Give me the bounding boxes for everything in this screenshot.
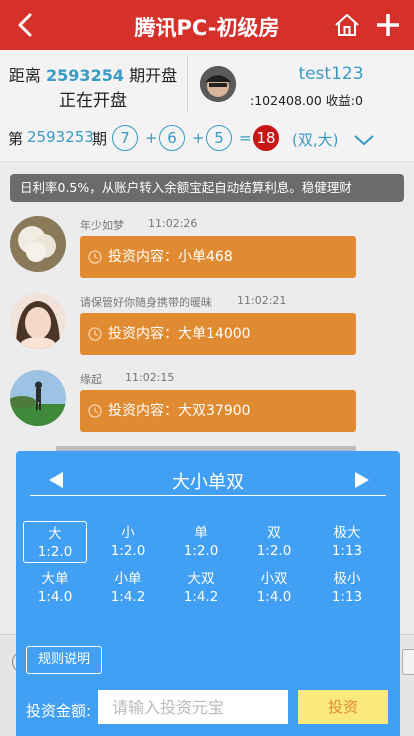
bet-panel: 大小单双 大 1:2.0 小 1:2.0 单 1:2.0 双 1:2.0 极大 … bbox=[16, 451, 400, 736]
option-name: 极大 bbox=[333, 525, 361, 541]
clock-icon bbox=[88, 404, 102, 418]
option-name: 双 bbox=[267, 525, 281, 541]
option-name: 小 bbox=[121, 525, 135, 541]
avatar[interactable] bbox=[10, 293, 66, 349]
chat-message: 缘起 11:02:15 投资内容：大双37900 bbox=[0, 370, 414, 440]
option-odds: 1:4.2 bbox=[183, 589, 219, 605]
home-icon[interactable] bbox=[334, 12, 360, 38]
message-bubble: 投资内容：大双37900 bbox=[80, 390, 356, 432]
message-bubble: 投资内容：小单468 bbox=[80, 236, 356, 278]
result-type: (双,大) bbox=[292, 131, 339, 149]
next-period-text: 距离 2593254 期开盘 bbox=[0, 62, 186, 86]
bet-category-title: 大小单双 bbox=[172, 472, 244, 493]
option-name: 大双 bbox=[187, 571, 215, 587]
equals-sign: = bbox=[239, 129, 252, 147]
message-content: 投资内容：大单14000 bbox=[108, 326, 251, 342]
message-content: 投资内容：小单468 bbox=[108, 249, 233, 265]
option-odds: 1:2.0 bbox=[256, 543, 292, 559]
next-period-prefix: 距离 bbox=[8, 66, 41, 85]
divider bbox=[187, 56, 188, 112]
option-name: 大单 bbox=[41, 571, 69, 587]
option-odds: 1:2.0 bbox=[183, 543, 219, 559]
bet-option-shuang[interactable]: 双 1:2.0 bbox=[242, 521, 306, 563]
message-time: 11:02:15 bbox=[125, 371, 175, 384]
balance-and-earnings: :102408.00 收益:0 bbox=[250, 93, 363, 108]
period-info-bar: 距离 2593254 期开盘 正在开盘 test123 :102408.00 收… bbox=[0, 50, 414, 120]
triangle-right-icon[interactable] bbox=[354, 471, 370, 489]
result-prefix: 第 bbox=[8, 130, 24, 148]
bet-option-jixiao[interactable]: 极小 1:13 bbox=[315, 567, 379, 609]
period-status: 正在开盘 bbox=[59, 91, 127, 111]
option-odds: 1:4.0 bbox=[37, 589, 73, 605]
plus-icon[interactable] bbox=[374, 11, 402, 39]
sender-name: 缘起 bbox=[80, 373, 102, 386]
sender-name: 请保管好你随身携带的暖昧 bbox=[80, 296, 212, 309]
bet-option-xiaodan[interactable]: 小单 1:4.2 bbox=[96, 567, 160, 609]
last-result-bar: 第 2593253 期 7 + 6 + 5 = 18 (双,大) bbox=[0, 120, 414, 162]
option-odds: 1:2.0 bbox=[37, 544, 73, 560]
bet-option-dashuang[interactable]: 大双 1:4.2 bbox=[169, 567, 233, 609]
result-ball-1: 7 bbox=[112, 125, 138, 151]
interest-notice: 日利率0.5%，从账户转入余额宝起自动结算利息。稳健理财 bbox=[10, 174, 404, 202]
next-period-number: 2593254 bbox=[46, 66, 124, 85]
result-suffix: 期 bbox=[92, 130, 108, 148]
bet-option-dadan[interactable]: 大单 1:4.0 bbox=[23, 567, 87, 609]
bet-option-xiao[interactable]: 小 1:2.0 bbox=[96, 521, 160, 563]
sender-name: 年少如梦 bbox=[80, 219, 124, 232]
option-name: 小双 bbox=[260, 571, 288, 587]
result-ball-2: 6 bbox=[159, 125, 185, 151]
next-period-block: 距离 2593254 期开盘 正在开盘 bbox=[0, 50, 186, 120]
chevron-down-icon[interactable] bbox=[352, 132, 376, 148]
title-underline bbox=[30, 495, 386, 496]
option-name: 单 bbox=[194, 525, 208, 541]
username: test123 bbox=[298, 64, 364, 84]
bet-option-dan[interactable]: 单 1:2.0 bbox=[169, 521, 233, 563]
chat-message: 年少如梦 11:02:26 投资内容：小单468 bbox=[0, 216, 414, 286]
option-odds: 1:4.0 bbox=[256, 589, 292, 605]
rules-button[interactable]: 规则说明 bbox=[26, 646, 102, 674]
result-sum-ball: 18 bbox=[253, 125, 279, 151]
clock-icon bbox=[88, 327, 102, 341]
avatar[interactable] bbox=[10, 370, 66, 426]
plus-sign: + bbox=[192, 129, 205, 147]
user-avatar[interactable] bbox=[200, 66, 236, 102]
amount-label: 投资金额: bbox=[26, 702, 92, 720]
message-content: 投资内容：大双37900 bbox=[108, 403, 251, 419]
message-time: 11:02:21 bbox=[237, 294, 287, 307]
option-odds: 1:4.2 bbox=[110, 589, 146, 605]
message-bubble: 投资内容：大单14000 bbox=[80, 313, 356, 355]
option-odds: 1:13 bbox=[331, 589, 363, 605]
option-name: 大 bbox=[48, 526, 62, 542]
send-button[interactable] bbox=[402, 649, 414, 675]
option-name: 极小 bbox=[333, 571, 361, 587]
bet-option-jida[interactable]: 极大 1:13 bbox=[315, 521, 379, 563]
avatar[interactable] bbox=[10, 216, 66, 272]
option-name: 小单 bbox=[114, 571, 142, 587]
clock-icon bbox=[88, 250, 102, 264]
chat-message: 请保管好你随身携带的暖昧 11:02:21 投资内容：大单14000 bbox=[0, 293, 414, 363]
result-period-number: 2593253 bbox=[27, 128, 94, 146]
plus-sign: + bbox=[145, 129, 158, 147]
option-odds: 1:2.0 bbox=[110, 543, 146, 559]
bet-option-xiaoshuang[interactable]: 小双 1:4.0 bbox=[242, 567, 306, 609]
result-ball-3: 5 bbox=[206, 125, 232, 151]
invest-button[interactable]: 投资 bbox=[298, 690, 388, 724]
bet-option-da[interactable]: 大 1:2.0 bbox=[23, 521, 87, 563]
option-odds: 1:13 bbox=[331, 543, 363, 559]
app-header: 腾讯PC-初级房 bbox=[0, 0, 414, 50]
next-period-suffix: 期开盘 bbox=[129, 66, 178, 85]
amount-input[interactable] bbox=[98, 690, 288, 724]
message-time: 11:02:26 bbox=[148, 217, 198, 230]
